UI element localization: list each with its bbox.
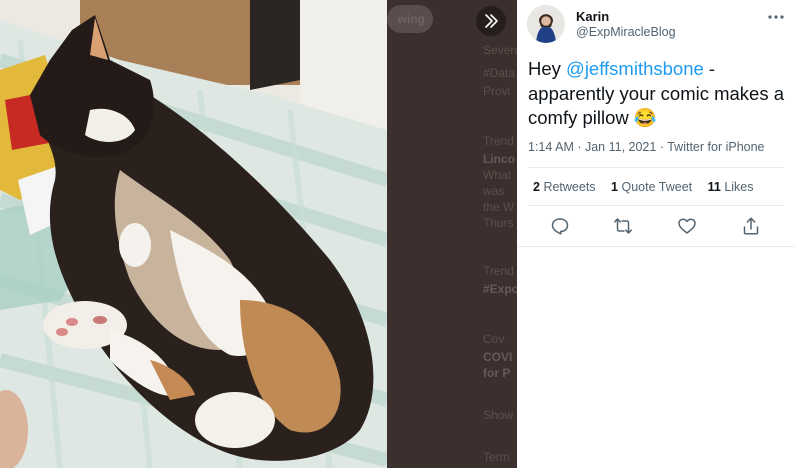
tweet-source[interactable]: Twitter for iPhone [667, 140, 764, 154]
background-text: Linco [483, 152, 515, 166]
avatar-image [527, 5, 565, 43]
background-text: #Expo [483, 282, 517, 296]
background-text: Cov [483, 332, 505, 346]
divider [528, 205, 784, 206]
like-button[interactable] [677, 216, 699, 238]
likes-stat[interactable]: 11 Likes [708, 180, 754, 194]
background-text: What [483, 168, 512, 182]
retweet-icon [614, 218, 632, 234]
quotes-count: 1 [611, 180, 618, 194]
tweet-date[interactable]: Jan 11, 2021 [585, 140, 656, 154]
avatar[interactable] [527, 5, 565, 43]
mention-link[interactable]: @jeffsmithsbone [566, 58, 704, 79]
more-horizontal-icon [768, 15, 784, 19]
quote-tweets-stat[interactable]: 1 Quote Tweet [611, 180, 692, 194]
likes-label: Likes [724, 180, 754, 194]
share-button[interactable] [741, 216, 763, 238]
background-text: COVI [483, 350, 513, 364]
retweets-stat[interactable]: 2 Retweets [533, 180, 596, 194]
share-icon [743, 217, 759, 235]
likes-count: 11 [707, 180, 721, 194]
background-text: Trend [483, 134, 514, 148]
more-options-button[interactable] [766, 10, 786, 24]
tweet-meta: 1:14 AM · Jan 11, 2021 · Twitter for iPh… [528, 140, 765, 154]
divider [517, 246, 795, 247]
background-text: the W [483, 200, 515, 214]
heart-icon [678, 218, 696, 234]
reply-icon [551, 218, 569, 235]
background-follow-button: wing [387, 5, 433, 33]
background-text: #Data [483, 66, 516, 80]
retweets-label: Retweets [543, 180, 596, 194]
background-text: was [483, 184, 505, 198]
tweet-actions [517, 216, 795, 240]
background-text: Provi [483, 84, 511, 98]
background-text: Show [483, 408, 514, 422]
tweet-photo[interactable] [0, 0, 387, 468]
author-handle[interactable]: @ExpMiracleBlog [576, 25, 676, 39]
background-text: Seven [483, 43, 517, 57]
tweet-text: Hey @jeffsmithsbone - apparently your co… [528, 57, 788, 131]
retweets-count: 2 [533, 180, 540, 194]
author-name[interactable]: Karin [576, 9, 609, 24]
cat-photo-image [0, 0, 387, 468]
expand-panel-button[interactable] [476, 6, 506, 36]
background-text: Term [483, 450, 510, 464]
divider [528, 167, 784, 168]
reply-button[interactable] [550, 216, 572, 238]
background-text: Thurs [483, 216, 514, 230]
tweet-time[interactable]: 1:14 AM [528, 140, 574, 154]
background-timeline: wing Seven #Data Provi Trend Linco What … [387, 0, 517, 468]
tweet-stats: 2 Retweets 1 Quote Tweet 11 Likes [533, 180, 766, 194]
tweet-detail-panel: Karin @ExpMiracleBlog Hey @jeffsmithsbon… [517, 0, 795, 468]
background-text: Trend [483, 264, 514, 278]
background-text: for P [483, 366, 511, 380]
laughing-emoji: 😂 [633, 107, 657, 128]
tweet-text-prefix: Hey [528, 58, 567, 79]
quotes-label: Quote Tweet [621, 180, 693, 194]
chevron-double-right-icon [485, 14, 498, 28]
retweet-button[interactable] [613, 216, 635, 238]
